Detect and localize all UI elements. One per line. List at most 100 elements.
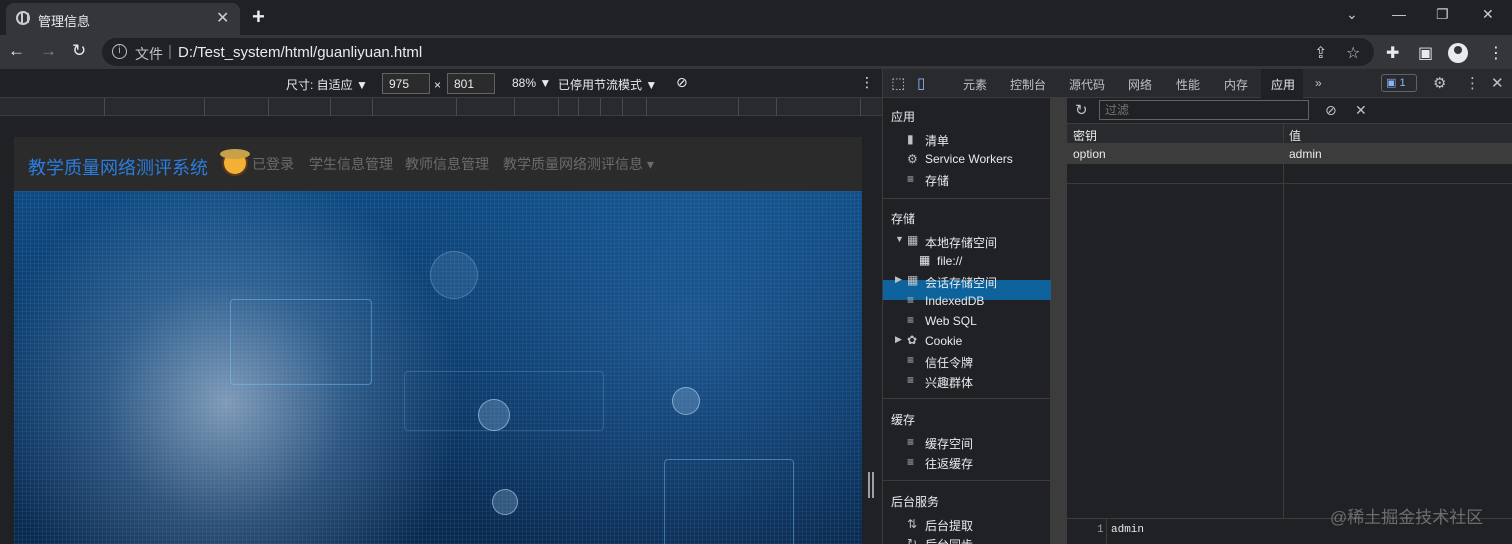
tab-search-icon[interactable]: ⌄	[1346, 6, 1358, 23]
divider	[883, 198, 1051, 199]
nav-logged-in[interactable]: 已登录	[252, 154, 294, 174]
column-value[interactable]: 值	[1289, 127, 1301, 144]
table-row[interactable]: option admin	[1067, 144, 1512, 164]
back-button[interactable]: ←	[8, 41, 25, 61]
sidebar-item-cookie[interactable]: Cookie	[925, 334, 962, 348]
sidebar-scrollbar[interactable]	[1051, 98, 1067, 544]
maximize-button[interactable]: ❐	[1436, 6, 1449, 23]
expand-arrow-icon[interactable]: ▼	[895, 234, 904, 244]
menu-icon[interactable]: ⋮	[1488, 43, 1504, 63]
issues-count: 1	[1399, 77, 1406, 89]
sidebar-item-session-storage[interactable]: 会话存储空间	[925, 274, 997, 291]
sidebar-item-web-sql[interactable]: Web SQL	[925, 314, 977, 328]
issues-badge[interactable]: ▣ 1	[1381, 74, 1417, 92]
tab-console[interactable]: 控制台	[1010, 76, 1046, 93]
devtools-menu-icon[interactable]: ⋮	[1465, 74, 1480, 92]
times-sign: ×	[434, 78, 442, 92]
width-input[interactable]	[382, 73, 430, 94]
reload-button[interactable]: ↻	[72, 41, 86, 61]
media-query-ruler[interactable]	[0, 98, 882, 116]
cell-value[interactable]: admin	[1289, 147, 1322, 161]
sidebar-item-indexeddb[interactable]: IndexedDB	[925, 294, 984, 308]
devtools-tabbar: ⬚ ▯ 元素 控制台 源代码 网络 性能 内存 应用 » ▣ 1 ⚙ ⋮ ✕	[883, 69, 1512, 98]
device-toolbar: 尺寸: 自适应 ▼ × 88% ▼ 已停用节流模式 ▼ ⊘ ⋮	[0, 69, 882, 98]
column-divider	[1283, 124, 1284, 518]
issues-icon: ▣	[1386, 77, 1400, 89]
manifest-icon: ▮	[907, 132, 914, 146]
share-icon[interactable]: ⇪	[1314, 43, 1327, 63]
cookie-icon: ✿	[907, 333, 918, 347]
minimize-button[interactable]: —	[1392, 6, 1406, 22]
preview-text[interactable]: admin	[1111, 524, 1144, 536]
sidebar-item-storage[interactable]: 存储	[925, 172, 949, 189]
user-avatar[interactable]	[220, 149, 250, 176]
zoom-dropdown[interactable]: 88% ▼	[512, 76, 551, 90]
sidebar-item-file-origin[interactable]: file://	[937, 254, 962, 268]
forward-button[interactable]: →	[40, 41, 57, 61]
nav-teacher-info[interactable]: 教师信息管理	[405, 154, 489, 174]
tab-network[interactable]: 网络	[1128, 76, 1152, 93]
empty-row[interactable]	[1067, 164, 1512, 184]
hero-image	[14, 191, 862, 544]
site-brand[interactable]: 教学质量网络测评系统	[28, 154, 208, 180]
tab-performance[interactable]: 性能	[1176, 76, 1200, 93]
delete-selected-icon[interactable]: ✕	[1355, 102, 1367, 119]
clear-all-icon[interactable]: ⊘	[1325, 102, 1337, 119]
tab-elements[interactable]: 元素	[963, 76, 987, 93]
sidepanel-icon[interactable]: ▣	[1418, 43, 1433, 63]
globe-icon	[16, 11, 30, 25]
tab-title: 管理信息	[38, 14, 91, 29]
new-tab-button[interactable]: +	[252, 4, 265, 30]
close-tab-icon[interactable]: ✕	[216, 8, 229, 28]
site-info-icon[interactable]: i	[112, 44, 127, 59]
tab-sources[interactable]: 源代码	[1069, 76, 1105, 93]
resize-handle[interactable]	[868, 472, 874, 498]
fetch-icon: ⇅	[907, 517, 918, 531]
sidebar-item-trust-tokens[interactable]: 信任令牌	[925, 354, 973, 371]
section-background-services: 后台服务	[891, 495, 940, 509]
sidebar-item-local-storage[interactable]: 本地存储空间	[925, 234, 997, 251]
database-icon: ≡	[907, 455, 915, 469]
star-icon[interactable]: ☆	[1346, 43, 1360, 63]
section-cache: 缓存	[891, 413, 916, 427]
sidebar-item-interest-groups[interactable]: 兴趣群体	[925, 374, 973, 391]
extensions-icon[interactable]: ✚	[1386, 43, 1399, 63]
close-devtools-icon[interactable]: ✕	[1491, 74, 1504, 92]
filter-input[interactable]	[1099, 100, 1309, 120]
sidebar-item-service-workers[interactable]: Service Workers	[925, 152, 1013, 166]
refresh-icon[interactable]: ↻	[1075, 101, 1088, 119]
device-more-icon[interactable]: ⋮	[860, 74, 874, 91]
hero-shape	[478, 399, 510, 431]
rotate-icon[interactable]: ⊘	[676, 74, 688, 91]
close-window-button[interactable]: ✕	[1482, 6, 1494, 23]
size-dropdown[interactable]: 尺寸: 自适应 ▼	[286, 76, 368, 93]
sidebar-item-manifest[interactable]: 清单	[925, 132, 949, 149]
nav-evaluation-dropdown[interactable]: 教学质量网络测评信息 ▾	[503, 154, 654, 174]
database-icon: ≡	[907, 353, 915, 367]
expand-arrow-icon[interactable]: ▶	[895, 274, 902, 285]
database-icon: ≡	[907, 313, 915, 327]
tab-memory[interactable]: 内存	[1224, 76, 1248, 93]
throttle-dropdown[interactable]: 已停用节流模式 ▼	[558, 76, 657, 93]
settings-icon[interactable]: ⚙	[1433, 74, 1446, 92]
height-input[interactable]	[447, 73, 495, 94]
hero-shape	[664, 459, 794, 544]
watermark: @稀土掘金技术社区	[1330, 508, 1484, 527]
more-tabs-icon[interactable]: »	[1315, 76, 1322, 90]
column-key[interactable]: 密钥	[1073, 127, 1097, 144]
profile-icon[interactable]	[1448, 43, 1468, 63]
nav-student-info[interactable]: 学生信息管理	[309, 154, 393, 174]
browser-tab[interactable]: 管理信息 ✕	[6, 3, 240, 35]
inspect-icon[interactable]: ⬚	[891, 74, 905, 92]
sidebar-item-cache-storage[interactable]: 缓存空间	[925, 435, 973, 452]
sidebar-item-bfcache[interactable]: 往返缓存	[925, 455, 973, 472]
expand-arrow-icon[interactable]: ▶	[895, 334, 902, 345]
sidebar-item-background-sync[interactable]: 后台同步	[925, 536, 973, 544]
address-bar[interactable]: i 文件 | D:/Test_system/html/guanliyuan.ht…	[102, 38, 1374, 66]
url-text[interactable]: D:/Test_system/html/guanliyuan.html	[178, 44, 422, 61]
cell-key[interactable]: option	[1073, 147, 1106, 161]
database-icon: ≡	[907, 435, 915, 449]
tab-application[interactable]: 应用	[1271, 76, 1295, 93]
device-toggle-icon[interactable]: ▯	[917, 74, 925, 92]
sidebar-item-background-fetch[interactable]: 后台提取	[925, 517, 973, 534]
